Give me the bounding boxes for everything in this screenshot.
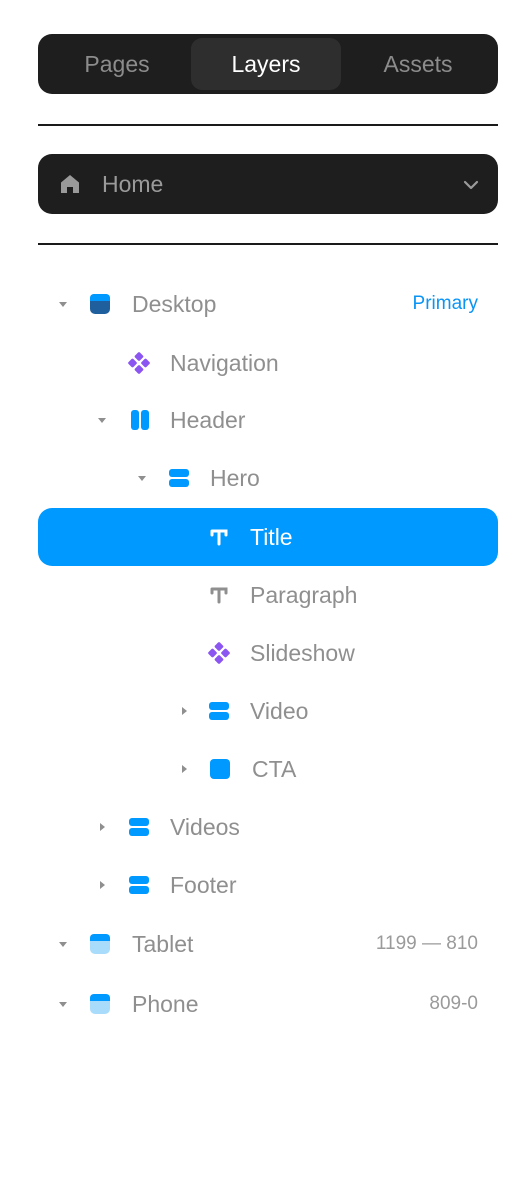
caret-down-icon[interactable] <box>57 998 69 1010</box>
layer-phone[interactable]: Phone 809-0 <box>38 975 498 1033</box>
breakpoint-range: 809-0 <box>429 993 478 1014</box>
layer-label: Tablet <box>132 930 194 957</box>
layer-header[interactable]: Header <box>38 391 498 449</box>
layer-paragraph[interactable]: Paragraph <box>38 566 498 624</box>
layer-navigation[interactable]: Navigation <box>38 334 498 392</box>
frame-icon <box>210 759 230 779</box>
caret-down-icon[interactable] <box>57 938 69 950</box>
layer-label: Slideshow <box>250 639 355 666</box>
layer-label: Videos <box>170 813 240 840</box>
layer-label: Desktop <box>132 290 217 317</box>
component-icon <box>128 352 150 374</box>
caret-right-icon[interactable] <box>178 705 190 717</box>
frame-icon <box>129 818 149 836</box>
layer-hero[interactable]: Hero <box>38 449 498 507</box>
panel-tabs: Pages Layers Assets <box>38 34 498 94</box>
frame-icon <box>129 876 149 894</box>
divider <box>38 124 498 126</box>
frame-icon <box>169 469 189 487</box>
layer-label: Footer <box>170 871 237 898</box>
caret-right-icon[interactable] <box>96 879 108 891</box>
layer-videos[interactable]: Videos <box>38 798 498 856</box>
layer-label: CTA <box>252 755 297 782</box>
layer-title[interactable]: Title <box>38 508 498 566</box>
layer-tablet[interactable]: Tablet 1199 — 810 <box>38 915 498 973</box>
primary-badge: Primary <box>412 293 478 314</box>
frame-icon <box>90 994 110 1014</box>
layer-footer[interactable]: Footer <box>38 856 498 914</box>
page-select-value: Home <box>102 170 164 197</box>
layer-label: Video <box>250 697 309 724</box>
layer-cta[interactable]: CTA <box>38 740 498 798</box>
breakpoint-range: 1199 — 810 <box>375 933 478 954</box>
chevron-down-icon <box>463 180 479 190</box>
layer-label: Phone <box>132 990 199 1017</box>
layer-label: Header <box>170 406 246 433</box>
frame-icon <box>90 294 110 314</box>
frame-icon <box>90 934 110 954</box>
text-icon <box>210 529 228 546</box>
frame-icon <box>131 410 149 430</box>
layer-video[interactable]: Video <box>38 682 498 740</box>
caret-down-icon[interactable] <box>96 414 108 426</box>
frame-icon <box>209 702 229 720</box>
text-icon <box>210 587 228 604</box>
caret-down-icon[interactable] <box>57 298 69 310</box>
layer-label: Paragraph <box>250 581 358 608</box>
caret-down-icon[interactable] <box>136 472 148 484</box>
caret-right-icon[interactable] <box>96 821 108 833</box>
tab-assets[interactable]: Assets <box>343 38 493 90</box>
tab-pages[interactable]: Pages <box>42 38 192 90</box>
component-icon <box>208 642 230 664</box>
layer-slideshow[interactable]: Slideshow <box>38 624 498 682</box>
layer-desktop[interactable]: Desktop Primary <box>38 275 498 333</box>
caret-right-icon[interactable] <box>178 763 190 775</box>
layer-label: Hero <box>210 464 260 491</box>
home-icon <box>61 175 79 193</box>
tab-layers[interactable]: Layers <box>191 38 341 90</box>
layer-label: Title <box>250 523 293 550</box>
layer-label: Navigation <box>170 349 279 376</box>
page-select[interactable]: Home <box>38 154 498 214</box>
divider <box>38 243 498 245</box>
